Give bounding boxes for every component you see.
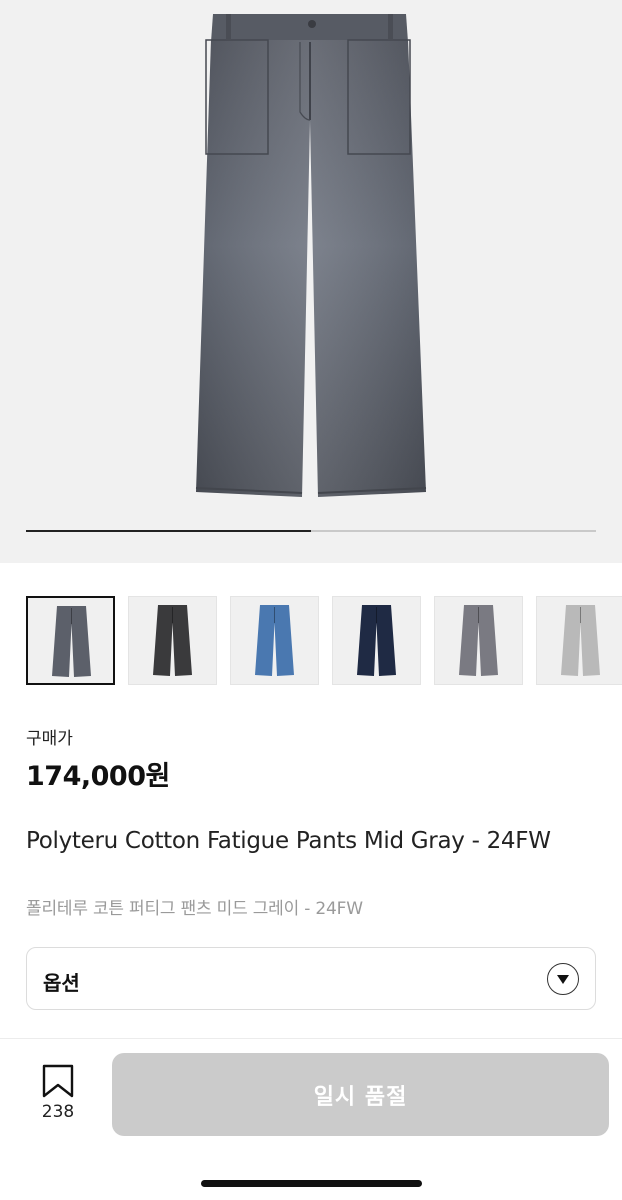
chevron-down-icon [547,963,579,995]
price-label: 구매가 [26,729,73,749]
carousel-progress [26,530,596,532]
bookmark-count: 238 [41,1102,75,1122]
thumbnail-image [561,605,600,676]
thumbnail-image [153,605,192,676]
divider [0,1038,622,1039]
soldout-button[interactable]: 일시 품절 [112,1053,609,1136]
thumbnail-mid-gray[interactable] [26,596,115,685]
bookmark-button[interactable]: 238 [30,1064,86,1126]
thumbnail-blue[interactable] [230,596,319,685]
option-select[interactable]: 옵션 [26,947,596,1010]
thumbnail-image [255,605,294,676]
thumbnail-image [357,605,396,676]
product-image [195,14,427,497]
bookmark-icon [42,1064,74,1098]
thumbnail-image [459,605,498,676]
color-thumbnails [26,596,622,686]
product-subtitle: 폴리테루 코튼 퍼티그 팬츠 미드 그레이 - 24FW [26,899,363,919]
product-image-carousel[interactable] [0,0,622,563]
thumbnail-light-gray[interactable] [536,596,622,685]
carousel-progress-fill [26,530,311,532]
thumbnail-black[interactable] [128,596,217,685]
price: 174,000원 [26,761,170,792]
option-label: 옵션 [43,971,80,995]
thumbnail-navy[interactable] [332,596,421,685]
product-page: 구매가 174,000원 Polyteru Cotton Fatigue Pan… [0,0,622,1200]
thumbnail-image [52,606,91,677]
product-title: Polyteru Cotton Fatigue Pants Mid Gray -… [26,828,551,854]
thumbnail-gray[interactable] [434,596,523,685]
home-indicator [201,1180,422,1187]
